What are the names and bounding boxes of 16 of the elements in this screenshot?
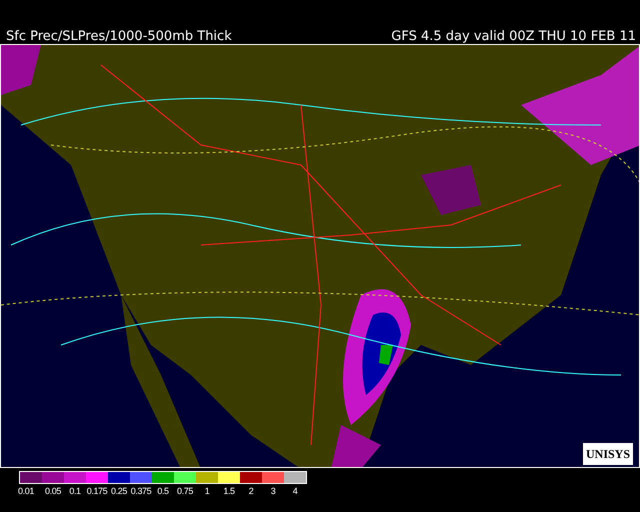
legend-label: 0.05 <box>45 485 61 498</box>
legend-label: 1 <box>204 485 210 498</box>
legend-label: 0.5 <box>157 485 169 498</box>
legend-label: 0.1 <box>69 485 81 498</box>
legend-label: 1.5 <box>223 485 235 498</box>
legend-label: 0.75 <box>177 485 193 498</box>
map-title: Sfc Prec/SLPres/1000-500mb Thick <box>6 30 232 43</box>
legend-label: 0.175 <box>86 485 108 498</box>
legend-label: 0.25 <box>111 485 127 498</box>
legend-label: 0.375 <box>130 485 152 498</box>
legend-label: 4 <box>292 485 298 498</box>
logo: UNISYS <box>582 443 633 465</box>
legend-label: 3 <box>270 485 276 498</box>
legend-label: 0.01 <box>18 485 34 498</box>
legend-label: 2 <box>248 485 254 498</box>
forecast-valid-time: GFS 4.5 day valid 00Z THU 10 FEB 11 <box>391 30 636 43</box>
